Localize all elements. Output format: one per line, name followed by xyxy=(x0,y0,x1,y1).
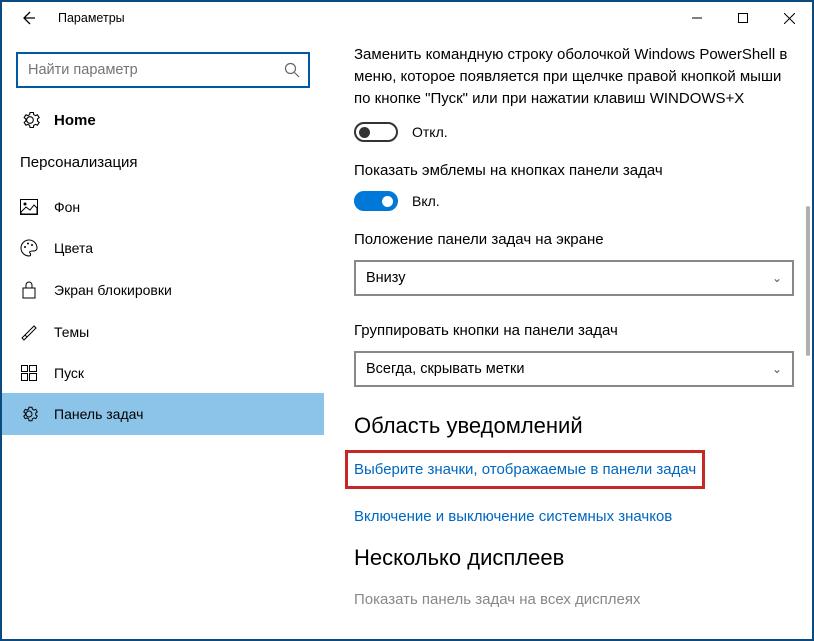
home-label: Home xyxy=(54,112,96,129)
window-title: Параметры xyxy=(58,11,125,25)
gear-icon xyxy=(20,405,38,423)
close-button[interactable] xyxy=(766,2,812,34)
sidebar-item-themes[interactable]: Темы xyxy=(2,311,324,353)
maximize-button[interactable] xyxy=(720,2,766,34)
sidebar-item-background[interactable]: Фон xyxy=(2,187,324,227)
group-label: Группировать кнопки на панели задач xyxy=(354,322,794,339)
category-title: Персонализация xyxy=(2,144,324,187)
multi-display-desc: Показать панель задач на всех дисплеях xyxy=(354,591,794,608)
search-input[interactable] xyxy=(16,52,310,88)
window-controls xyxy=(674,2,812,34)
multi-display-section-title: Несколько дисплеев xyxy=(354,545,794,571)
position-label: Положение панели задач на экране xyxy=(354,231,794,248)
sidebar-item-label: Фон xyxy=(54,199,80,215)
group-dropdown[interactable]: Всегда, скрывать метки ⌄ xyxy=(354,351,794,387)
palette-icon xyxy=(20,239,38,257)
content-area: Home Персонализация Фон Цвета Экран блок… xyxy=(2,34,812,639)
back-button[interactable] xyxy=(10,2,46,34)
dropdown-value: Всегда, скрывать метки xyxy=(366,361,772,377)
sidebar-item-label: Пуск xyxy=(54,365,84,381)
toggle-state-label: Откл. xyxy=(412,124,448,140)
notification-section-title: Область уведомлений xyxy=(354,413,794,439)
sidebar-item-taskbar[interactable]: Панель задач xyxy=(2,393,324,435)
chevron-down-icon: ⌄ xyxy=(772,271,782,285)
sidebar-item-lockscreen[interactable]: Экран блокировки xyxy=(2,269,324,311)
select-taskbar-icons-link[interactable]: Выберите значки, отображаемые в панели з… xyxy=(354,459,696,480)
titlebar: Параметры xyxy=(2,2,812,34)
system-icons-link[interactable]: Включение и выключение системных значков xyxy=(354,508,794,525)
brush-icon xyxy=(20,323,38,341)
maximize-icon xyxy=(738,13,748,23)
scrollbar-thumb[interactable] xyxy=(806,206,810,356)
chevron-down-icon: ⌄ xyxy=(772,362,782,376)
sidebar-item-label: Цвета xyxy=(54,240,93,256)
sidebar-item-label: Экран блокировки xyxy=(54,282,172,298)
emblems-toggle[interactable] xyxy=(354,191,398,211)
close-icon xyxy=(784,13,795,24)
search-icon xyxy=(284,62,300,78)
gear-icon xyxy=(20,110,40,130)
sidebar-item-colors[interactable]: Цвета xyxy=(2,227,324,269)
search-field[interactable] xyxy=(28,62,284,78)
arrow-left-icon xyxy=(20,10,36,26)
image-icon xyxy=(20,199,38,215)
start-icon xyxy=(20,365,38,381)
sidebar-item-label: Панель задач xyxy=(54,406,143,422)
toggle-state-label: Вкл. xyxy=(412,193,440,209)
home-button[interactable]: Home xyxy=(2,110,324,144)
dropdown-value: Внизу xyxy=(366,270,772,286)
position-dropdown[interactable]: Внизу ⌄ xyxy=(354,260,794,296)
sidebar: Home Персонализация Фон Цвета Экран блок… xyxy=(2,34,324,639)
sidebar-item-start[interactable]: Пуск xyxy=(2,353,324,393)
minimize-button[interactable] xyxy=(674,2,720,34)
powershell-description: Заменить командную строку оболочкой Wind… xyxy=(354,44,794,110)
minimize-icon xyxy=(692,13,702,23)
main-panel: Заменить командную строку оболочкой Wind… xyxy=(324,34,812,639)
powershell-toggle[interactable] xyxy=(354,122,398,142)
lock-icon xyxy=(20,281,38,299)
emblems-label: Показать эмблемы на кнопках панели задач xyxy=(354,162,794,179)
sidebar-item-label: Темы xyxy=(54,324,89,340)
